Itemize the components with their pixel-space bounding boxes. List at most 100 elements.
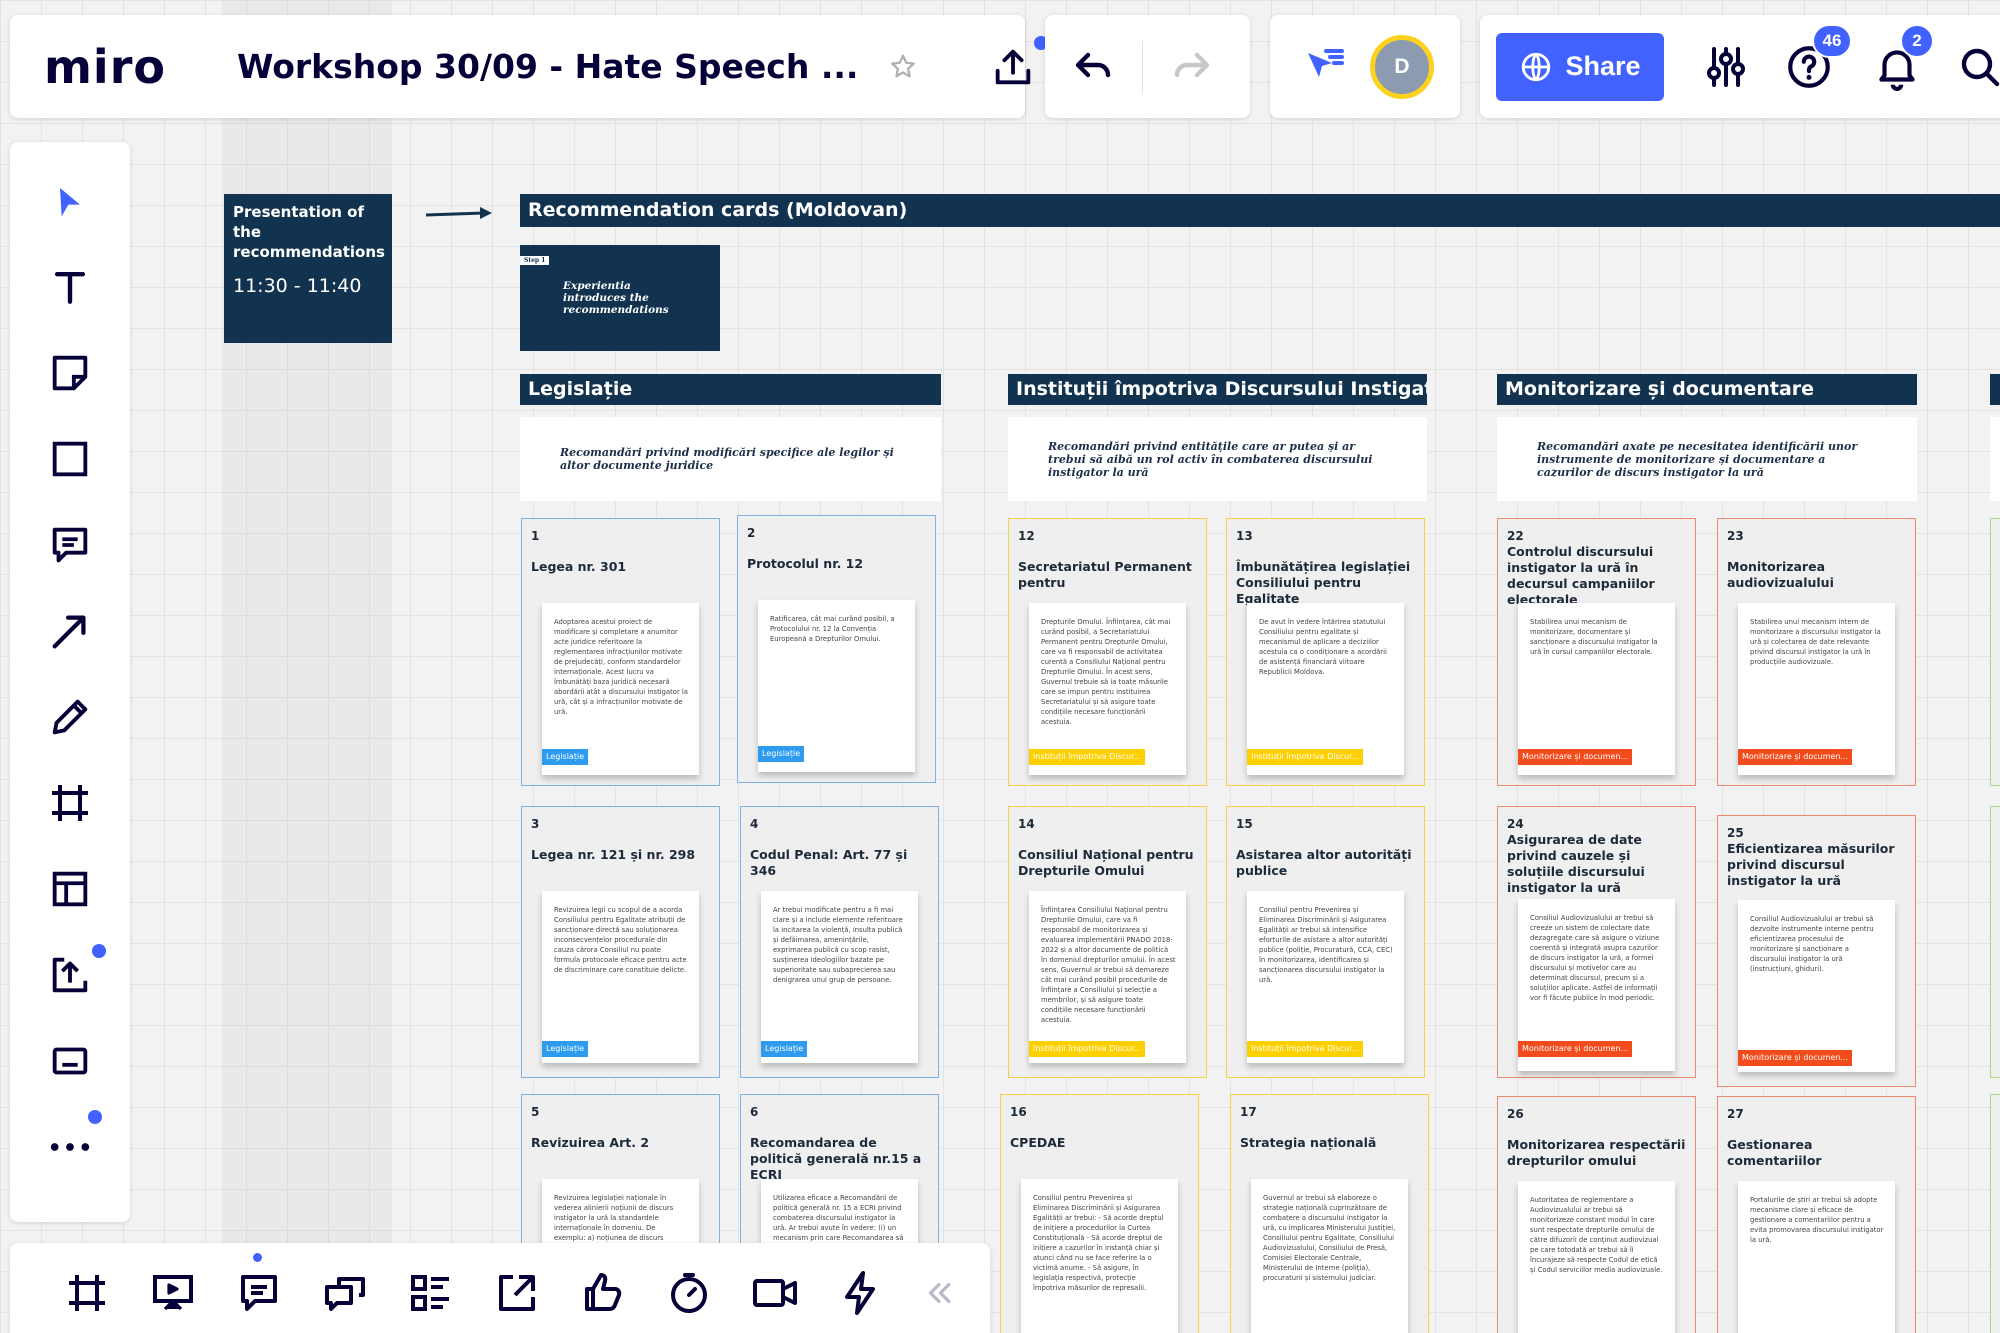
arrow-connector[interactable] (424, 204, 494, 222)
share-screen-icon[interactable] (474, 1269, 560, 1317)
recommendation-card[interactable]: 1 Legea nr. 301 Adoptarea acestui proiec… (521, 518, 720, 786)
frames-icon[interactable] (44, 1269, 130, 1317)
recommendation-card[interactable]: 2 Protocolul nr. 12 Ratificarea, cât mai… (737, 515, 936, 783)
voting-icon[interactable] (560, 1269, 646, 1317)
card-body: Revizuirea legii cu scopul de a acorda C… (542, 891, 699, 1063)
miro-logo[interactable]: miro (44, 40, 166, 94)
bottom-toolbar (10, 1243, 990, 1333)
main-header-label: Recommendation cards (Moldovan) (528, 199, 908, 221)
section-header-next[interactable] (1990, 374, 2000, 405)
text-icon[interactable] (30, 252, 110, 322)
card-number: 4 (750, 817, 759, 831)
templates-icon[interactable] (30, 854, 110, 924)
recommendation-card[interactable]: 12 Secretariatul Permanent pentru Dreptu… (1008, 518, 1207, 786)
presentation-block[interactable]: Presentation of the recommendations 11:3… (224, 194, 392, 343)
card-title: Eficientizarea măsurilor privind discurs… (1727, 841, 1895, 888)
card-title: Secretariatul Permanent pentru (1018, 559, 1192, 590)
sticky-note-icon[interactable] (30, 338, 110, 408)
card-number: 25 (1727, 826, 1744, 840)
help-badge: 46 (1812, 23, 1852, 58)
video-icon[interactable] (732, 1269, 818, 1317)
comments-icon[interactable] (216, 1253, 302, 1317)
undo-icon[interactable] (1070, 43, 1118, 91)
recommendation-card[interactable]: 17 Strategia națională Guvernul ar trebu… (1230, 1094, 1429, 1333)
next-column-card[interactable] (1990, 806, 2000, 1078)
shape-icon[interactable] (30, 424, 110, 494)
search-icon[interactable] (1956, 43, 2000, 91)
avatar-initial: D (1394, 54, 1410, 78)
next-column-card[interactable] (1990, 1094, 2000, 1333)
frame-icon[interactable] (30, 768, 110, 838)
recommendation-card[interactable]: 4 Codul Penal: Art. 77 și 346 Ar trebui … (740, 806, 939, 1078)
redo-icon[interactable] (1167, 43, 1215, 91)
card-tag[interactable]: Monitorizare și documen... (1518, 1041, 1633, 1057)
card-body: Consiliul pentru Prevenirea și Eliminare… (1247, 891, 1404, 1063)
chat-icon[interactable] (302, 1269, 388, 1317)
recommendation-card[interactable]: 15 Asistarea altor autorități publice Co… (1226, 806, 1425, 1078)
card-title: Legea nr. 121 și nr. 298 (531, 847, 696, 862)
more-icon[interactable] (30, 1110, 110, 1182)
section-header-legislatie[interactable]: Legislație (520, 374, 941, 405)
recommendation-card[interactable]: 3 Legea nr. 121 și nr. 298 Revizuirea le… (521, 806, 720, 1078)
help-icon[interactable]: 46 (1784, 23, 1852, 92)
notifications-bell-icon[interactable]: 2 (1872, 23, 1934, 92)
recommendation-card[interactable]: 23 Monitorizarea audiovizualului Stabili… (1717, 518, 1916, 786)
card-body: Portalurile de știri ar trebui să adopte… (1738, 1181, 1895, 1333)
recommendation-card[interactable]: 14 Consiliul Național pentru Drepturile … (1008, 806, 1207, 1078)
card-number: 5 (531, 1105, 540, 1119)
presentation-title: Presentation of the recommendations (233, 203, 385, 261)
card-body: Autoritatea de reglementare a Audiovizua… (1518, 1181, 1675, 1333)
main-header-bar[interactable]: Recommendation cards (Moldovan) (520, 194, 2000, 227)
timer-icon[interactable] (646, 1269, 732, 1317)
apps-icon[interactable] (818, 1269, 904, 1317)
notification-dot (88, 1110, 102, 1124)
section-title: Instituții împotriva Discursului Instiga… (1016, 378, 1427, 400)
card-tag[interactable]: Instituții împotriva Discur... (1247, 1041, 1364, 1057)
upload-icon[interactable] (30, 940, 110, 1010)
reactions-cursor-icon[interactable] (1300, 43, 1348, 91)
star-icon[interactable] (888, 52, 918, 82)
card-tag[interactable]: Monitorizare și documen... (1738, 749, 1853, 765)
card-tag[interactable]: Instituții împotriva Discur... (1029, 1041, 1146, 1057)
step-text: Experientia introduces the recommendatio… (563, 280, 669, 316)
upload-export-icon[interactable] (990, 35, 1049, 90)
share-button[interactable]: Share (1496, 32, 1664, 101)
step-card[interactable]: Step 1 Experientia introduces the recomm… (520, 245, 720, 351)
card-tag[interactable]: Monitorizare și documen... (1518, 749, 1633, 765)
recommendation-card[interactable]: 26 Monitorizarea respectării drepturilor… (1497, 1096, 1696, 1333)
recommendation-card[interactable]: 24 Asigurarea de date privind cauzele și… (1497, 806, 1696, 1078)
arrow-icon[interactable] (30, 596, 110, 666)
board-title[interactable]: Workshop 30/09 - Hate Speech ... (237, 47, 858, 86)
card-tag[interactable]: Legislație (761, 1041, 808, 1057)
next-column-card[interactable] (1990, 518, 2000, 786)
avatar[interactable]: D (1370, 34, 1434, 99)
section-header-institutii[interactable]: Instituții împotriva Discursului Instiga… (1008, 374, 1427, 405)
card-number: 22 (1507, 529, 1524, 543)
comment-icon[interactable] (30, 510, 110, 580)
card-tag[interactable]: Legislație (542, 1041, 589, 1057)
recommendation-card[interactable]: 25 Eficientizarea măsurilor privind disc… (1717, 815, 1916, 1087)
left-toolbar (10, 142, 130, 1222)
card-tag[interactable]: Instituții împotriva Discur... (1247, 749, 1364, 765)
card-tag[interactable]: Legislație (542, 749, 589, 765)
card-tag[interactable]: Legislație (758, 746, 805, 762)
pen-icon[interactable] (30, 682, 110, 752)
card-number: 13 (1236, 529, 1253, 543)
select-icon[interactable] (30, 168, 110, 238)
recommendation-card[interactable]: 27 Gestionarea comentariilor Portalurile… (1717, 1096, 1916, 1333)
settings-sliders-icon[interactable] (1702, 43, 1750, 91)
card-number: 23 (1727, 529, 1744, 543)
card-icon[interactable] (30, 1026, 110, 1096)
board-canvas[interactable]: Presentation of the recommendations 11:3… (0, 0, 2000, 1333)
collapse-icon[interactable] (904, 1276, 974, 1310)
presentation-icon[interactable] (130, 1269, 216, 1317)
card-tag[interactable]: Monitorizare și documen... (1738, 1050, 1853, 1066)
recommendation-card[interactable]: 16 CPEDAE Consiliul pentru Prevenirea și… (1000, 1094, 1199, 1333)
card-tag[interactable]: Instituții împotriva Discur... (1029, 749, 1146, 765)
board-list-icon[interactable] (388, 1269, 474, 1317)
card-number: 3 (531, 817, 540, 831)
recommendation-card[interactable]: 13 Îmbunătățirea legislației Consiliului… (1226, 518, 1425, 786)
card-number: 6 (750, 1105, 759, 1119)
section-header-monitorizare[interactable]: Monitorizare și documentare (1497, 374, 1917, 405)
recommendation-card[interactable]: 22 Controlul discursului instigator la u… (1497, 518, 1696, 786)
